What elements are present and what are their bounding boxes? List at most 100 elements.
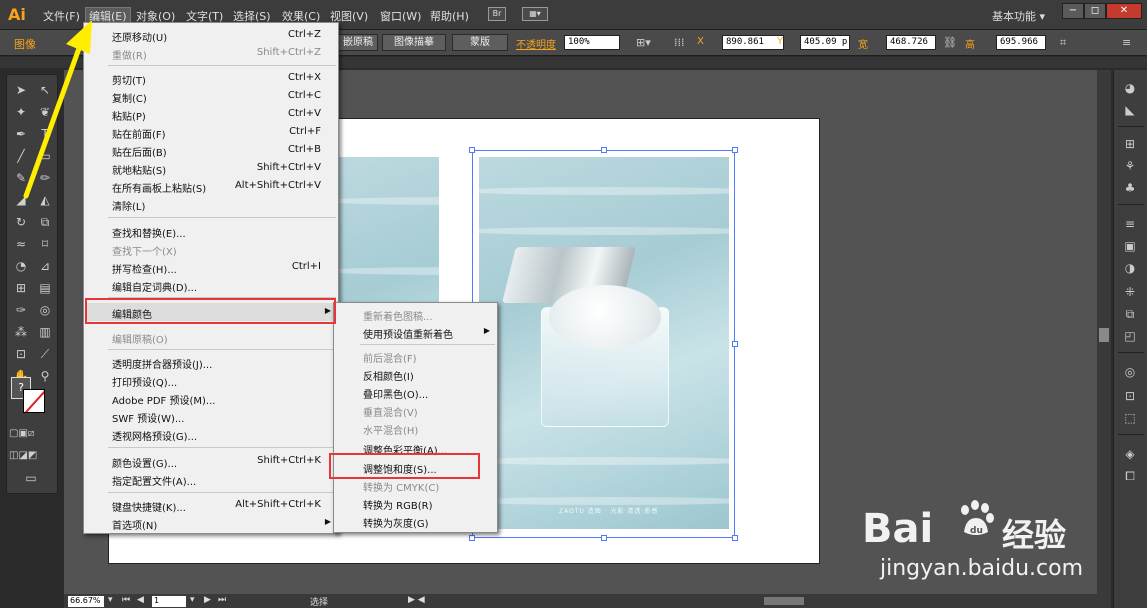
transparency-panel-icon[interactable]: ◑: [1122, 260, 1138, 276]
menu-file[interactable]: 文件(F): [40, 8, 83, 24]
menu-clear[interactable]: 清除(L): [85, 195, 337, 213]
menu-perspective-presets[interactable]: 透视网格预设(G)...: [85, 425, 337, 443]
stroke-panel-icon[interactable]: ≡: [1122, 216, 1138, 232]
width-input[interactable]: 468.726: [886, 35, 936, 50]
submenu-blend-horizontally[interactable]: 水平混合(H): [335, 419, 496, 437]
menu-swf-presets[interactable]: SWF 预设(W)...: [85, 407, 337, 425]
pencil-tool-icon[interactable]: ✏: [35, 169, 55, 187]
opacity-link[interactable]: 不透明度: [516, 36, 556, 51]
selection-bounding-box[interactable]: [469, 147, 738, 541]
rotate-tool-icon[interactable]: ↻: [11, 213, 31, 231]
line-tool-icon[interactable]: ╱: [11, 147, 31, 165]
type-tool-icon[interactable]: T: [35, 125, 55, 143]
stroke-swatch[interactable]: [23, 389, 45, 413]
color-palette-icon[interactable]: ◕: [1122, 80, 1138, 96]
align-panel-icon[interactable]: ⁜: [1122, 284, 1138, 300]
submenu-convert-grayscale[interactable]: 转换为灰度(G): [335, 512, 496, 530]
submenu-recolor-with-preset[interactable]: 使用预设值重新着色 ▶: [335, 323, 496, 341]
submenu-convert-rgb[interactable]: 转换为 RGB(R): [335, 494, 496, 512]
color-mode-icon[interactable]: ▢▣⧄: [9, 425, 34, 443]
eraser-tool-icon[interactable]: ◭: [35, 191, 55, 209]
handle-bottom[interactable]: [601, 535, 607, 541]
menu-check-spelling[interactable]: 拼写检查(H)... Ctrl+I: [85, 258, 337, 276]
swatches-icon[interactable]: ⊞: [1122, 136, 1138, 152]
symbols-icon[interactable]: ♣: [1122, 180, 1138, 196]
close-button[interactable]: ✕: [1106, 3, 1142, 19]
menu-edit-original[interactable]: 编辑原稿(O): [85, 328, 337, 346]
workspace-switcher[interactable]: 基本功能 ▾: [992, 8, 1045, 24]
menu-undo[interactable]: 还原移动(U) Ctrl+Z: [85, 26, 337, 44]
submenu-recolor-artwork[interactable]: 重新着色图稿...: [335, 305, 496, 323]
pathfinder-panel-icon[interactable]: ⧉: [1122, 306, 1138, 322]
menu-find-replace[interactable]: 查找和替换(E)...: [85, 222, 337, 240]
menu-flattener-presets[interactable]: 透明度拼合器预设(J)...: [85, 353, 337, 371]
menu-preferences[interactable]: 首选项(N) ▶: [85, 514, 337, 532]
menu-redo[interactable]: 重做(R) Shift+Ctrl+Z: [85, 44, 337, 62]
panel-menu-icon[interactable]: ≡: [1122, 36, 1131, 49]
lasso-tool-icon[interactable]: ❦: [35, 103, 55, 121]
scale-tool-icon[interactable]: ⧉: [35, 213, 55, 231]
vertical-scrollbar-thumb[interactable]: [1099, 328, 1109, 342]
x-input[interactable]: 890.861: [722, 35, 784, 50]
reference-point-icon[interactable]: ⁞⁞⁞: [674, 36, 685, 49]
status-menu-icon[interactable]: ▶ ◀: [408, 595, 425, 605]
menu-window[interactable]: 窗口(W): [377, 8, 424, 24]
zoom-tool-icon[interactable]: ⚲: [35, 367, 55, 385]
submenu-overprint-black[interactable]: 叠印黑色(O)...: [335, 383, 496, 401]
artboards-panel-icon[interactable]: ⧠: [1122, 468, 1138, 484]
handle-top-right[interactable]: [732, 147, 738, 153]
draw-mode-icon[interactable]: ◫◪◩: [9, 447, 37, 465]
layers-panel-icon[interactable]: ◈: [1122, 446, 1138, 462]
appearance-panel-icon[interactable]: ◎: [1122, 364, 1138, 380]
width-tool-icon[interactable]: ≈: [11, 235, 31, 253]
menu-paste-in-back[interactable]: 贴在后面(B) Ctrl+B: [85, 141, 337, 159]
first-page-icon[interactable]: ⏮: [122, 595, 130, 605]
asset-export-icon[interactable]: ⬚: [1122, 410, 1138, 426]
menu-paste[interactable]: 粘贴(P) Ctrl+V: [85, 105, 337, 123]
paintbrush-tool-icon[interactable]: ✎: [11, 169, 31, 187]
artboard-tool-icon[interactable]: ⊡: [11, 345, 31, 363]
handle-bottom-left[interactable]: [469, 535, 475, 541]
prev-page-icon[interactable]: ◀: [137, 595, 144, 605]
handle-right[interactable]: [732, 341, 738, 347]
menu-color-settings[interactable]: 颜色设置(G)... Shift+Ctrl+K: [85, 452, 337, 470]
menu-copy[interactable]: 复制(C) Ctrl+C: [85, 87, 337, 105]
pen-tool-icon[interactable]: ✒: [11, 125, 31, 143]
next-page-icon[interactable]: ▶: [204, 595, 211, 605]
transform-panel-icon[interactable]: ◰: [1122, 328, 1138, 344]
menu-keyboard-shortcuts[interactable]: 键盘快捷键(K)... Alt+Shift+Ctrl+K: [85, 496, 337, 514]
mesh-tool-icon[interactable]: ⊞: [11, 279, 31, 297]
page-dropdown-icon[interactable]: ▾: [190, 595, 195, 605]
free-transform-tool-icon[interactable]: ⌑: [35, 235, 55, 253]
color-guide-icon[interactable]: ◣: [1122, 102, 1138, 118]
image-trace-button[interactable]: 图像描摹: [382, 34, 446, 51]
blend-tool-icon[interactable]: ◎: [35, 301, 55, 319]
zoom-level-field[interactable]: 66.67%: [68, 596, 104, 607]
y-input[interactable]: 405.09 p: [800, 35, 850, 50]
arrange-documents-icon[interactable]: ▦▾: [522, 7, 548, 21]
submenu-blend-front-to-back[interactable]: 前后混合(F): [335, 347, 496, 365]
zoom-dropdown-icon[interactable]: ▾: [108, 595, 113, 605]
handle-bottom-right[interactable]: [732, 535, 738, 541]
perspective-grid-tool-icon[interactable]: ⊿: [35, 257, 55, 275]
magic-wand-tool-icon[interactable]: ✦: [11, 103, 31, 121]
menu-paste-in-front[interactable]: 贴在前面(F) Ctrl+F: [85, 123, 337, 141]
recolor-icon[interactable]: ⊞▾: [636, 36, 651, 49]
maximize-button[interactable]: ◻: [1084, 3, 1106, 19]
graphic-styles-icon[interactable]: ⊡: [1122, 388, 1138, 404]
selection-tool-icon[interactable]: ➤: [11, 81, 31, 99]
column-graph-tool-icon[interactable]: ▥: [35, 323, 55, 341]
blob-brush-tool-icon[interactable]: ◢: [11, 191, 31, 209]
handle-top[interactable]: [601, 147, 607, 153]
eyedropper-tool-icon[interactable]: ✑: [11, 301, 31, 319]
bridge-icon[interactable]: Br: [488, 7, 506, 21]
submenu-invert-colors[interactable]: 反相颜色(I): [335, 365, 496, 383]
last-page-icon[interactable]: ⏭: [218, 595, 226, 605]
mask-button[interactable]: 蒙版: [452, 34, 508, 51]
slice-tool-icon[interactable]: ⟋: [35, 345, 55, 363]
transform-icon[interactable]: ⌗: [1060, 36, 1066, 50]
menu-find-next[interactable]: 查找下一个(X): [85, 240, 337, 258]
menu-paste-in-place[interactable]: 就地粘贴(S) Shift+Ctrl+V: [85, 159, 337, 177]
gradient-panel-icon[interactable]: ▣: [1122, 238, 1138, 254]
horizontal-scrollbar-thumb[interactable]: [764, 597, 804, 605]
